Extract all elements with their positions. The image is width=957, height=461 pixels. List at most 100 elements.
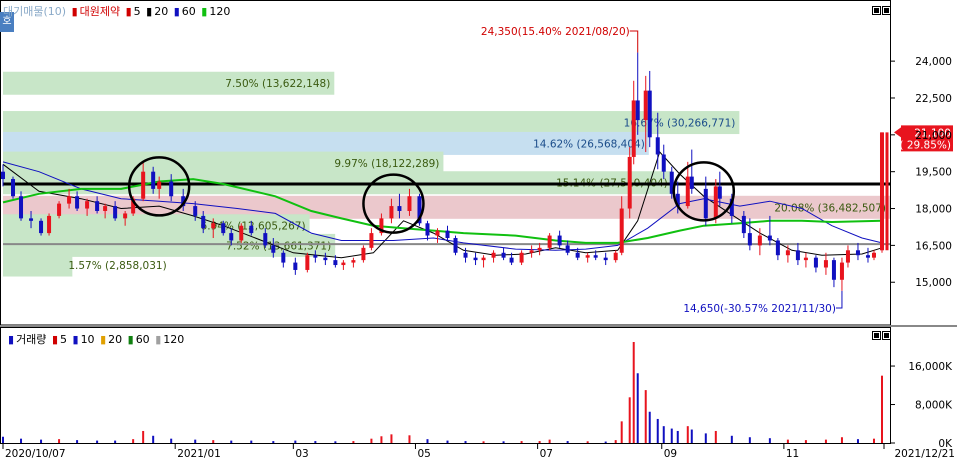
volume-bar-32 (566, 441, 569, 443)
volume-bar-8 (142, 430, 145, 443)
candle-body-18 (169, 181, 174, 197)
candle-body-92 (839, 262, 844, 280)
candle-body-85 (775, 240, 780, 256)
price-panel-maximize-button[interactable] (872, 6, 881, 15)
volume-bar-58 (872, 438, 875, 443)
candle-body-30 (293, 262, 298, 270)
volume-bar-16 (294, 440, 297, 443)
price-panel-close-button[interactable] (882, 6, 891, 15)
legend-vol120: 120 (163, 333, 185, 346)
volume-bar-14 (250, 440, 253, 443)
candle-body-69 (643, 90, 648, 121)
volume-bar-36 (620, 421, 623, 443)
candle-body-4 (39, 220, 44, 234)
volume-panel-maximize-button[interactable] (872, 331, 881, 340)
stock-chart: 7.50% (13,622,148) 16.67% (30,266,771) 14.… (0, 0, 957, 461)
price-tick-label-5: 16,500 (915, 240, 952, 252)
candle-body-2 (19, 196, 24, 219)
candle-body-62 (593, 255, 598, 258)
volume-bar-54 (804, 440, 807, 443)
candle-body-33 (323, 257, 328, 261)
volume-bar-2 (40, 439, 43, 443)
volume-bar-3 (58, 439, 61, 443)
legend-vol20: 20 (108, 333, 123, 346)
legend-ma120: 120 (209, 5, 231, 18)
volume-bar-52 (768, 438, 771, 443)
volume-bar-47 (690, 429, 693, 443)
candle-body-68 (635, 100, 640, 121)
volume-profile-label-5: 20.08% (36,482,507) (774, 202, 886, 214)
candle-body-49 (473, 257, 478, 261)
legend-vol60-marker: ▮ (127, 333, 134, 346)
candle-body-31 (305, 255, 310, 270)
price-tick-label-0: 24,000 (915, 56, 952, 68)
legend-vol5-marker: ▮ (51, 333, 58, 346)
volume-panel-close-button[interactable] (882, 331, 891, 340)
volume-bar-20 (370, 438, 373, 443)
volume-bar-24 (426, 439, 429, 443)
volume-bar-17 (314, 441, 317, 443)
candle-body-38 (369, 233, 374, 248)
candle-body-24 (229, 233, 234, 241)
candle-body-16 (151, 171, 156, 189)
candle-body-61 (585, 255, 590, 258)
candle-body-13 (123, 213, 128, 219)
candle-body-82 (747, 233, 752, 246)
candle-body-60 (575, 252, 580, 258)
candle-body-88 (803, 257, 808, 261)
volume-bar-37 (628, 397, 631, 443)
volume-bar-56 (840, 437, 843, 443)
x-tick-label-2: 03 (295, 448, 308, 460)
candle-body-29 (281, 252, 286, 263)
candle-body-47 (453, 238, 458, 253)
volume-bar-21 (380, 436, 383, 443)
volume-bar-10 (170, 438, 173, 443)
candle-body-5 (47, 215, 52, 234)
volume-bar-57 (856, 439, 859, 443)
candle-body-77 (703, 188, 708, 219)
candle-body-65 (619, 208, 624, 253)
volume-bar-1 (20, 438, 23, 443)
candle-body-7 (67, 196, 72, 204)
candle-body-3 (29, 218, 34, 221)
volume-bar-6 (114, 440, 117, 443)
candle-body-52 (501, 252, 506, 258)
candle-body-11 (103, 206, 108, 211)
legend-vol10: 10 (80, 333, 95, 346)
x-tick-label-6: 11 (786, 448, 799, 460)
candle-body-10 (95, 201, 100, 211)
candle-body-48 (463, 252, 468, 258)
legend-ma20-marker: ▮ (146, 5, 153, 18)
volume-bar-33 (586, 441, 589, 443)
candle-body-40 (389, 206, 394, 219)
candle-body-55 (529, 250, 534, 253)
candle-body-58 (557, 235, 562, 246)
candle-body-93 (845, 250, 850, 263)
volume-bar-11 (194, 439, 197, 443)
candle-body-84 (767, 235, 772, 241)
volume-bar-22 (390, 434, 393, 443)
volume-bar-7 (132, 439, 135, 443)
candle-body-54 (519, 252, 524, 263)
volume-legend: ▮ 거래량 ▮ 5 ▮ 10 ▮ 20 ▮ 60 ▮ 120 (8, 331, 186, 347)
candle-body-28 (271, 245, 276, 253)
candle-body-96 (871, 252, 876, 258)
candle-body-45 (435, 230, 440, 236)
legend-ma60: 60 (181, 5, 196, 18)
legend-vol5: 5 (60, 333, 67, 346)
annotation-low: 14,650(-30.57% 2021/11/30) (683, 303, 836, 315)
candle-body-15 (141, 171, 146, 199)
x-tick-label-3: 05 (417, 448, 430, 460)
candle-body-79 (717, 186, 722, 199)
legend-stock-marker: ▮ (71, 5, 78, 18)
legend-volume-marker: ▮ (8, 333, 15, 346)
legend-ma5: 5 (133, 5, 141, 18)
volume-bar-13 (230, 440, 233, 443)
volume-profile-label-1: 16.67% (30,266,771) (624, 118, 736, 130)
candle-body-56 (537, 247, 542, 251)
price-legend: 대기매물(10) ▮ 대원제약 ▮ 5 ▮ 20 ▮ 60 ▮ 120 (3, 3, 232, 19)
candle-body-86 (785, 250, 790, 256)
volume-bar-31 (548, 439, 551, 443)
candle-body-64 (613, 252, 618, 261)
candle-body-35 (341, 262, 346, 266)
